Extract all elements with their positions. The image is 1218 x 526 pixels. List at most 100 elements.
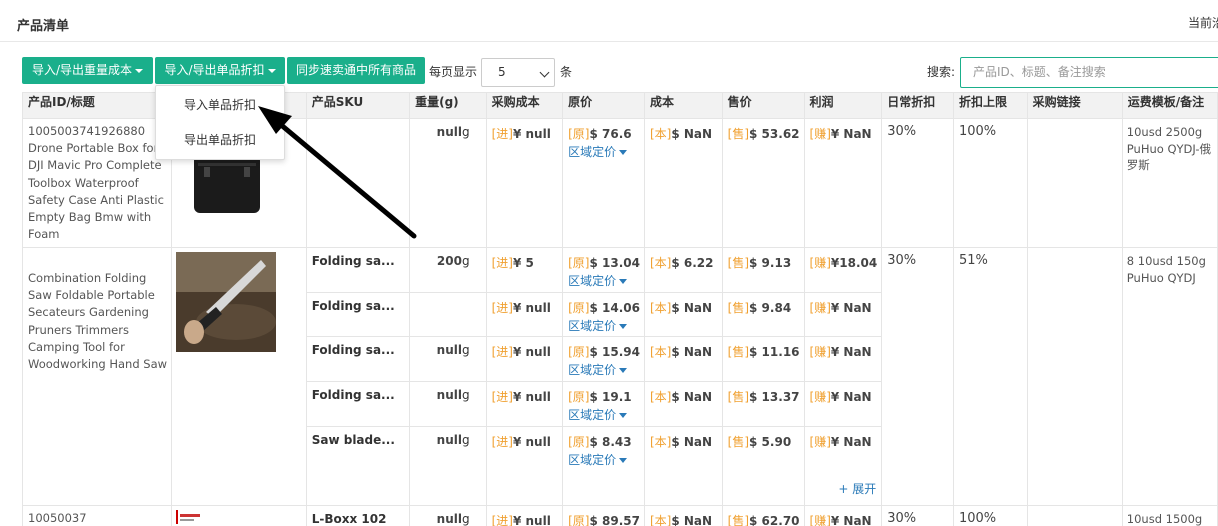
tag-sell: [售] — [727, 434, 750, 449]
col-header-profit[interactable]: 利润 — [803, 92, 883, 119]
discount-max[interactable]: 100% — [952, 118, 1028, 248]
weight-number: 200 — [436, 254, 462, 268]
sell-price-cell: [售]$ 53.62 — [721, 118, 805, 248]
weight-unit: g — [461, 343, 470, 358]
table-row: Combination Folding Saw Foldable Portabl… — [21, 247, 1218, 506]
tag-sell: [售] — [727, 300, 750, 315]
sku-name: Folding sa... — [306, 293, 410, 338]
search-label: 搜索: — [927, 65, 956, 79]
tag-profit: [赚] — [809, 345, 831, 360]
import-export-discount-button[interactable]: 导入/导出单品折扣 — [155, 57, 285, 84]
purchase-cost[interactable]: [进]¥ null — [486, 293, 563, 338]
weight-value[interactable]: nullg — [410, 382, 486, 427]
col-header-weight[interactable]: 重量(g) — [409, 92, 487, 119]
expand-link[interactable]: + 展开 — [838, 480, 876, 497]
cost: [本]$ NaN — [644, 382, 722, 427]
per-page-label: 每页显示 — [429, 65, 478, 79]
shipping-note[interactable]: 10usd 2500g PuHuo QYDJ-俄罗斯 — [1121, 118, 1218, 248]
purchase-cost[interactable]: [进]¥ null — [486, 337, 563, 383]
weight-value[interactable]: nullg — [410, 427, 486, 472]
purchase-cost[interactable]: [进]¥ null — [487, 427, 563, 472]
region-pricing-link[interactable]: 区域定价 — [568, 406, 640, 423]
profit-value: ¥ NaN — [830, 514, 872, 526]
purchase-cost[interactable]: [进]¥ null — [487, 506, 563, 526]
menu-item-import-discount[interactable]: 导入单品折扣 — [156, 89, 284, 121]
cost: [本]$ NaN — [644, 293, 722, 338]
daily-discount[interactable]: 30% — [881, 505, 954, 526]
profit-cell: [赚]¥ NaN — [803, 505, 883, 526]
caret-down-icon — [619, 413, 628, 419]
daily-discount[interactable]: 30% — [881, 118, 954, 248]
region-label: 区域定价 — [568, 274, 617, 288]
region-pricing-link[interactable]: 区域定价 — [568, 272, 640, 289]
per-page-unit: 条 — [560, 65, 573, 79]
col-header-shipping-note[interactable]: 运费模板/备注 — [1121, 92, 1218, 119]
purchase-cost[interactable]: [进]¥ null — [487, 119, 563, 164]
import-export-weight-cost-button[interactable]: 导入/导出重量成本 — [22, 57, 153, 84]
tag-in: [进] — [491, 514, 513, 526]
cost: [本]$ NaN — [644, 337, 722, 383]
product-title[interactable]: Combination Folding Saw Foldable Portabl… — [21, 247, 173, 506]
region-pricing-link[interactable]: 区域定价 — [568, 361, 640, 378]
col-header-purchase-cost[interactable]: 采购成本 — [485, 92, 564, 119]
search-input[interactable]: 产品ID、标题、备注搜索 — [960, 57, 1218, 88]
purchase-value: ¥ null — [512, 345, 551, 360]
sku-cell — [305, 118, 411, 248]
col-header-sell-price[interactable]: 售价 — [721, 92, 805, 119]
purchase-link[interactable] — [1026, 118, 1123, 248]
col-header-id-title[interactable]: 产品ID/标题 — [21, 92, 173, 119]
purchase-link[interactable] — [1026, 505, 1123, 526]
orig-value: $ 14.06 — [589, 300, 640, 315]
sell-price: [售]$ 13.37 — [722, 382, 804, 427]
tag-sell: [售] — [727, 127, 750, 141]
profit: [赚]¥ NaN — [804, 293, 882, 338]
discount-max[interactable]: 51% — [952, 247, 1028, 506]
weight-value[interactable]: 200g — [410, 248, 486, 293]
menu-item-export-discount[interactable]: 导出单品折扣 — [156, 124, 284, 156]
original-price-cell: [原]$ 13.04 区域定价 [原]$ 14.06 区域定价 [原]$ 15.94… — [562, 247, 645, 506]
discount-button-label: 导入/导出单品折扣 — [164, 63, 265, 77]
purchase-cost[interactable]: [进]¥ 5 — [486, 248, 563, 293]
weight-unit: g — [461, 388, 470, 403]
folding-saw-image — [176, 252, 277, 352]
discount-max[interactable]: 100% — [952, 505, 1028, 526]
col-header-daily-discount[interactable]: 日常折扣 — [881, 92, 954, 119]
weight-value[interactable]: nullg — [410, 506, 486, 526]
bosch-image — [176, 510, 201, 524]
tag-cost: [本] — [649, 127, 672, 141]
purchase-link[interactable] — [1026, 247, 1123, 506]
region-pricing-link[interactable]: 区域定价 — [568, 451, 640, 468]
tag-profit: [赚] — [809, 390, 831, 405]
cost-value: $ NaN — [671, 300, 713, 315]
region-pricing-link[interactable]: 区域定价 — [568, 143, 640, 160]
weight-cell: nullg — [409, 505, 487, 526]
col-header-sku[interactable]: 产品SKU — [305, 92, 411, 119]
col-header-purchase-link[interactable]: 采购链接 — [1026, 92, 1123, 119]
sync-all-products-button[interactable]: 同步速卖通中所有商品 — [287, 57, 425, 84]
product-title[interactable]: 10050037 — [21, 505, 173, 526]
purchase-value: ¥ 5 — [512, 256, 534, 270]
col-header-discount-max[interactable]: 折扣上限 — [952, 92, 1028, 119]
product-title[interactable]: 1005003741926880 Drone Portable Box for … — [21, 118, 173, 248]
weight-value[interactable]: nullg — [410, 337, 486, 383]
caret-down-icon — [619, 150, 628, 155]
profit: [赚]¥ NaN — [804, 337, 882, 383]
col-header-original-price[interactable]: 原价 — [562, 92, 645, 119]
original-price: [原]$ 13.04 区域定价 — [563, 248, 644, 293]
tag-orig: [原] — [568, 127, 590, 141]
profit: [赚]¥ NaN — [805, 506, 882, 526]
top-right-text: 当前沿 — [1188, 16, 1218, 30]
profit: [赚]¥ NaN — [804, 382, 882, 427]
weight-value[interactable] — [410, 293, 486, 338]
shipping-note[interactable]: 8 10usd 150g PuHuo QYDJ — [1121, 247, 1218, 506]
original-price: [原]$ 15.94 区域定价 — [563, 337, 644, 383]
cost-value: $ NaN — [671, 514, 713, 526]
weight-value[interactable]: nullg — [410, 119, 486, 164]
region-pricing-link[interactable]: 区域定价 — [568, 317, 640, 334]
sku-name: Folding sa... — [306, 382, 410, 427]
shipping-note[interactable]: 10usd 1500g — [1121, 505, 1218, 526]
per-page-select[interactable]: 5 — [481, 58, 555, 87]
purchase-cost[interactable]: [进]¥ null — [486, 382, 563, 427]
daily-discount[interactable]: 30% — [881, 247, 954, 506]
col-header-cost[interactable]: 成本 — [643, 92, 723, 119]
